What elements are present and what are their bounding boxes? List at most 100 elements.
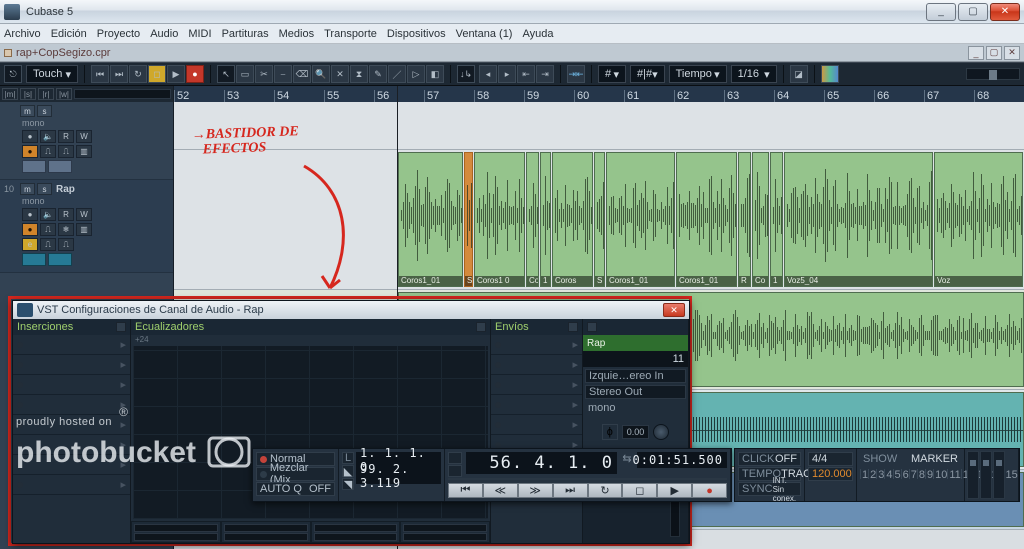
tool-range-icon[interactable]: ▭	[236, 65, 254, 83]
stop-icon[interactable]: ◻	[148, 65, 166, 83]
click-toggle[interactable]: CLICKOFF	[738, 452, 801, 466]
play-icon[interactable]: ▶	[167, 65, 185, 83]
out-chip[interactable]	[48, 253, 72, 266]
read-btn[interactable]: R	[58, 130, 74, 143]
eq-band[interactable]	[311, 521, 401, 543]
tempo-value[interactable]: 120.000	[808, 467, 853, 481]
transport-button[interactable]: ⏭	[553, 483, 588, 498]
audio-clip[interactable]: Co	[526, 152, 539, 287]
menu-item[interactable]: Dispositivos	[387, 28, 446, 40]
tl-btn[interactable]: |s|	[20, 88, 36, 100]
menu-item[interactable]: Partituras	[222, 28, 269, 40]
read-btn[interactable]: R	[58, 208, 74, 221]
audio-clip[interactable]: Coros1_01	[398, 152, 463, 287]
tool-split-icon[interactable]: ✂	[255, 65, 273, 83]
minimize-button[interactable]: _	[926, 3, 956, 21]
doc-close-button[interactable]: ✕	[1004, 46, 1020, 60]
audio-clip[interactable]: Coros1 0	[474, 152, 525, 287]
audio-clip[interactable]: S	[464, 152, 473, 287]
master-fader[interactable]	[993, 451, 1005, 499]
audio-clip[interactable]: Coros1_01	[606, 152, 675, 287]
marker-button[interactable]: 1	[860, 469, 868, 479]
menu-item[interactable]: Edición	[51, 28, 87, 40]
insert-btn[interactable]: ●	[22, 223, 38, 236]
nudge-right-icon[interactable]: ▸	[498, 65, 516, 83]
time-signature[interactable]: 4/4	[808, 452, 853, 466]
tool-timewarp-icon[interactable]: ⧗	[350, 65, 368, 83]
marker-button[interactable]: 8	[917, 469, 925, 479]
input-routing[interactable]: Izquie…ereo In	[585, 369, 686, 383]
sends-bypass-icon[interactable]	[568, 322, 578, 332]
show-label[interactable]: SHOW	[863, 453, 897, 465]
tool-arrow-icon[interactable]: ↖	[217, 65, 235, 83]
automation-mode-select[interactable]: Touch▾	[26, 65, 78, 83]
monitor-icon[interactable]: 🔈	[40, 208, 56, 221]
doc-max-button[interactable]: ▢	[986, 46, 1002, 60]
chan-icon[interactable]	[587, 322, 597, 332]
eq-band[interactable]	[400, 521, 490, 543]
punch-out-icon[interactable]: ◥	[342, 478, 354, 490]
phase-button[interactable]: ɸ	[602, 424, 618, 440]
record-icon[interactable]: ●	[186, 65, 204, 83]
quantize-value-select[interactable]: 1/16▾	[731, 65, 777, 83]
insert-slot[interactable]: ▸	[13, 435, 130, 455]
audio-clip[interactable]: S	[594, 152, 605, 287]
right-locator[interactable]: 99. 2. 3.119	[356, 468, 441, 484]
tool-play-icon[interactable]: ▷	[407, 65, 425, 83]
out-chip[interactable]	[48, 160, 72, 173]
insert-btn[interactable]: ●	[22, 145, 38, 158]
vst-titlebar[interactable]: VST Configuraciones de Canal de Audio - …	[13, 301, 689, 319]
insert-slot[interactable]: ▸	[13, 395, 130, 415]
audio-clip[interactable]: 1	[540, 152, 551, 287]
ch-btn[interactable]: ▥	[76, 145, 92, 158]
edit-btn[interactable]: e	[22, 238, 38, 251]
tool-mute-icon[interactable]: ✕	[331, 65, 349, 83]
monitor-icon[interactable]: 🔈	[40, 130, 56, 143]
marker-button[interactable]: 5	[893, 469, 901, 479]
tl-btn[interactable]: |m|	[2, 88, 18, 100]
a-btn[interactable]: ⎍	[40, 238, 56, 251]
record-enable-icon[interactable]: ●	[22, 130, 38, 143]
tool-glue-icon[interactable]: ⎯	[274, 65, 292, 83]
menu-item[interactable]: Audio	[150, 28, 178, 40]
insert-slot[interactable]: ▸	[13, 455, 130, 475]
marker-button[interactable]: 7	[909, 469, 917, 479]
pan-value[interactable]: 0.00	[622, 425, 650, 439]
tl-btn[interactable]: |r|	[38, 88, 54, 100]
tool-draw-icon[interactable]: ✎	[369, 65, 387, 83]
nudge-left-icon[interactable]: ◂	[479, 65, 497, 83]
eq-bypass-icon[interactable]	[476, 322, 486, 332]
transport-start-icon[interactable]: ⏮	[91, 65, 109, 83]
menu-item[interactable]: Transporte	[324, 28, 377, 40]
palette-icon[interactable]	[821, 65, 839, 83]
tool-color-icon[interactable]: ◧	[426, 65, 444, 83]
output-routing[interactable]: Stereo Out	[585, 385, 686, 399]
insert-slot[interactable]: ▸	[13, 375, 130, 395]
lane-btn[interactable]: ⎍	[40, 223, 56, 236]
audio-clip[interactable]: Co	[752, 152, 769, 287]
nudge-end-icon[interactable]: ⇥	[536, 65, 554, 83]
transport-button[interactable]: ◻	[622, 483, 657, 498]
auto-scroll-icon[interactable]: ↓↳	[457, 65, 475, 83]
eq-band[interactable]	[131, 521, 221, 543]
post-roll-icon[interactable]	[448, 465, 462, 477]
locator-l-icon[interactable]: L	[342, 452, 354, 464]
tool-zoom-icon[interactable]: 🔍	[312, 65, 330, 83]
record-enable-icon[interactable]: ●	[22, 208, 38, 221]
marker-label[interactable]: MARKER	[911, 453, 958, 465]
master-fader[interactable]	[980, 451, 992, 499]
transport-panel[interactable]: Normal Mezclar (Mix AUTO QOFF L ◣ ◥ 1. 1…	[252, 448, 732, 502]
menu-item[interactable]: Ayuda	[522, 28, 553, 40]
tl-btn[interactable]: |w|	[56, 88, 72, 100]
tool-erase-icon[interactable]: ⌫	[293, 65, 311, 83]
marker-button[interactable]: 4	[884, 469, 892, 479]
zoom-slider[interactable]	[966, 68, 1020, 80]
transport-end-icon[interactable]: ⏭	[110, 65, 128, 83]
tl-scroll[interactable]	[74, 89, 171, 99]
ch-btn[interactable]: ▥	[76, 223, 92, 236]
snap-type-select[interactable]: #▾	[598, 65, 626, 83]
transport-button[interactable]: ↻	[588, 483, 623, 498]
menu-item[interactable]: Ventana (1)	[456, 28, 513, 40]
activate-button[interactable]: ⎋	[4, 65, 22, 83]
write-btn[interactable]: W	[76, 130, 92, 143]
